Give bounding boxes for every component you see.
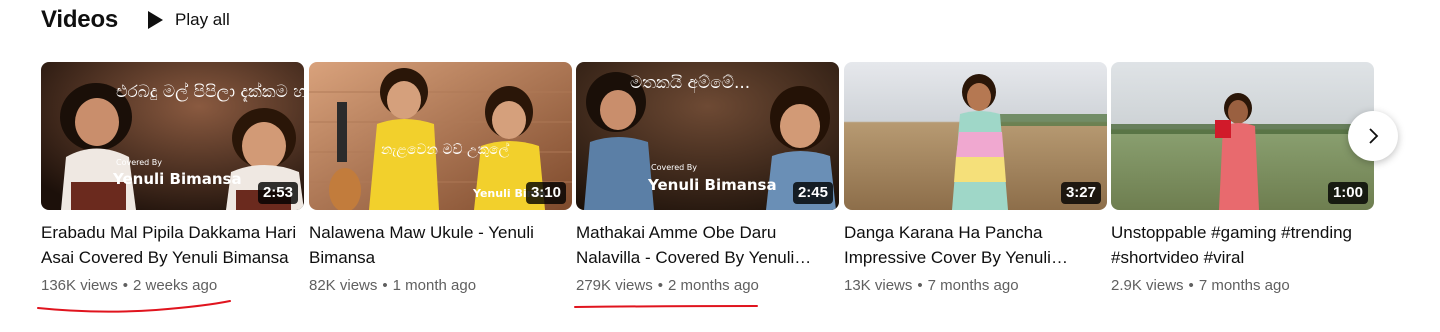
thumbnail-artist-name: Yenuli Bimansa xyxy=(112,170,242,188)
video-thumbnail[interactable]: නැළවෙන මව් උකුලේ Yenuli Bima 3:10 xyxy=(309,62,572,210)
video-title[interactable]: Danga Karana Ha Pancha Impressive Cover … xyxy=(844,220,1107,270)
video-card: එරබදු මල් පිපිලා දැක්කම හරි ආසයි Covered… xyxy=(41,62,304,296)
video-card: 3:27 Danga Karana Ha Pancha Impressive C… xyxy=(844,62,1107,296)
meta-separator: • xyxy=(122,277,128,294)
play-all-label: Play all xyxy=(175,10,230,29)
video-duration: 1:00 xyxy=(1327,182,1368,204)
thumbnail-covered-by: Covered By xyxy=(651,163,697,172)
meta-separator: • xyxy=(382,277,388,294)
chevron-right-icon xyxy=(1369,128,1379,144)
video-title[interactable]: Mathakai Amme Obe Daru Nalavilla - Cover… xyxy=(576,220,839,270)
video-metadata: 13K views • 7 months ago xyxy=(844,276,1107,296)
video-thumbnail[interactable]: 1:00 xyxy=(1111,62,1374,210)
upload-age: 2 months ago xyxy=(667,277,759,294)
video-card: නැළවෙන මව් උකුලේ Yenuli Bima 3:10 Nalawe… xyxy=(309,62,572,296)
view-count: 82K views xyxy=(309,277,378,294)
video-card: 1:00 Unstoppable #gaming #trending #shor… xyxy=(1111,62,1374,296)
play-all-button[interactable]: Play all xyxy=(147,6,230,34)
play-triangle-icon xyxy=(148,11,163,29)
thumbnail-artist-name: Yenuli Bimansa xyxy=(647,176,777,194)
upload-age: 2 weeks ago xyxy=(132,277,218,294)
meta-separator: • xyxy=(657,277,663,294)
thumbnail-covered-by: Covered By xyxy=(116,158,162,167)
video-metadata: 136K views • 2 weeks ago xyxy=(41,276,304,296)
video-duration: 3:27 xyxy=(1060,182,1101,204)
annotation-underline xyxy=(574,305,758,308)
video-card: මතකයි අම්මේ... Covered By Yenuli Bimansa… xyxy=(576,62,839,296)
thumbnail-sinhala-text: මතකයි අම්මේ... xyxy=(630,73,750,94)
video-duration: 2:53 xyxy=(257,182,298,204)
view-count: 13K views xyxy=(844,277,913,294)
video-duration: 3:10 xyxy=(525,182,566,204)
video-metadata: 279K views • 2 months ago xyxy=(576,276,839,296)
video-thumbnail[interactable]: 3:27 xyxy=(844,62,1107,210)
video-title[interactable]: Erabadu Mal Pipila Dakkama Hari Asai Cov… xyxy=(41,220,304,270)
meta-separator: • xyxy=(1188,277,1194,294)
section-title: Videos xyxy=(41,6,119,33)
meta-separator: • xyxy=(917,277,923,294)
annotation-underline xyxy=(37,300,231,313)
thumbnail-sinhala-text: එරබදු මල් පිපිලා දැක්කම හරි ආසයි xyxy=(116,82,304,103)
video-metadata: 82K views • 1 month ago xyxy=(309,276,572,296)
upload-age: 7 months ago xyxy=(927,277,1019,294)
scroll-next-button[interactable] xyxy=(1348,111,1398,161)
video-duration: 2:45 xyxy=(792,182,833,204)
view-count: 279K views xyxy=(576,277,653,294)
thumbnail-sinhala-text: නැළවෙන මව් උකුලේ xyxy=(381,142,510,158)
video-metadata: 2.9K views • 7 months ago xyxy=(1111,276,1374,296)
view-count: 2.9K views xyxy=(1111,277,1184,294)
view-count: 136K views xyxy=(41,277,118,294)
video-title[interactable]: Nalawena Maw Ukule - Yenuli Bimansa xyxy=(309,220,572,270)
video-title[interactable]: Unstoppable #gaming #trending #shortvide… xyxy=(1111,220,1374,270)
video-thumbnail[interactable]: එරබදු මල් පිපිලා දැක්කම හරි ආසයි Covered… xyxy=(41,62,304,210)
video-thumbnail[interactable]: මතකයි අම්මේ... Covered By Yenuli Bimansa… xyxy=(576,62,839,210)
upload-age: 1 month ago xyxy=(392,277,477,294)
section-header: Videos xyxy=(41,4,118,36)
upload-age: 7 months ago xyxy=(1198,277,1290,294)
